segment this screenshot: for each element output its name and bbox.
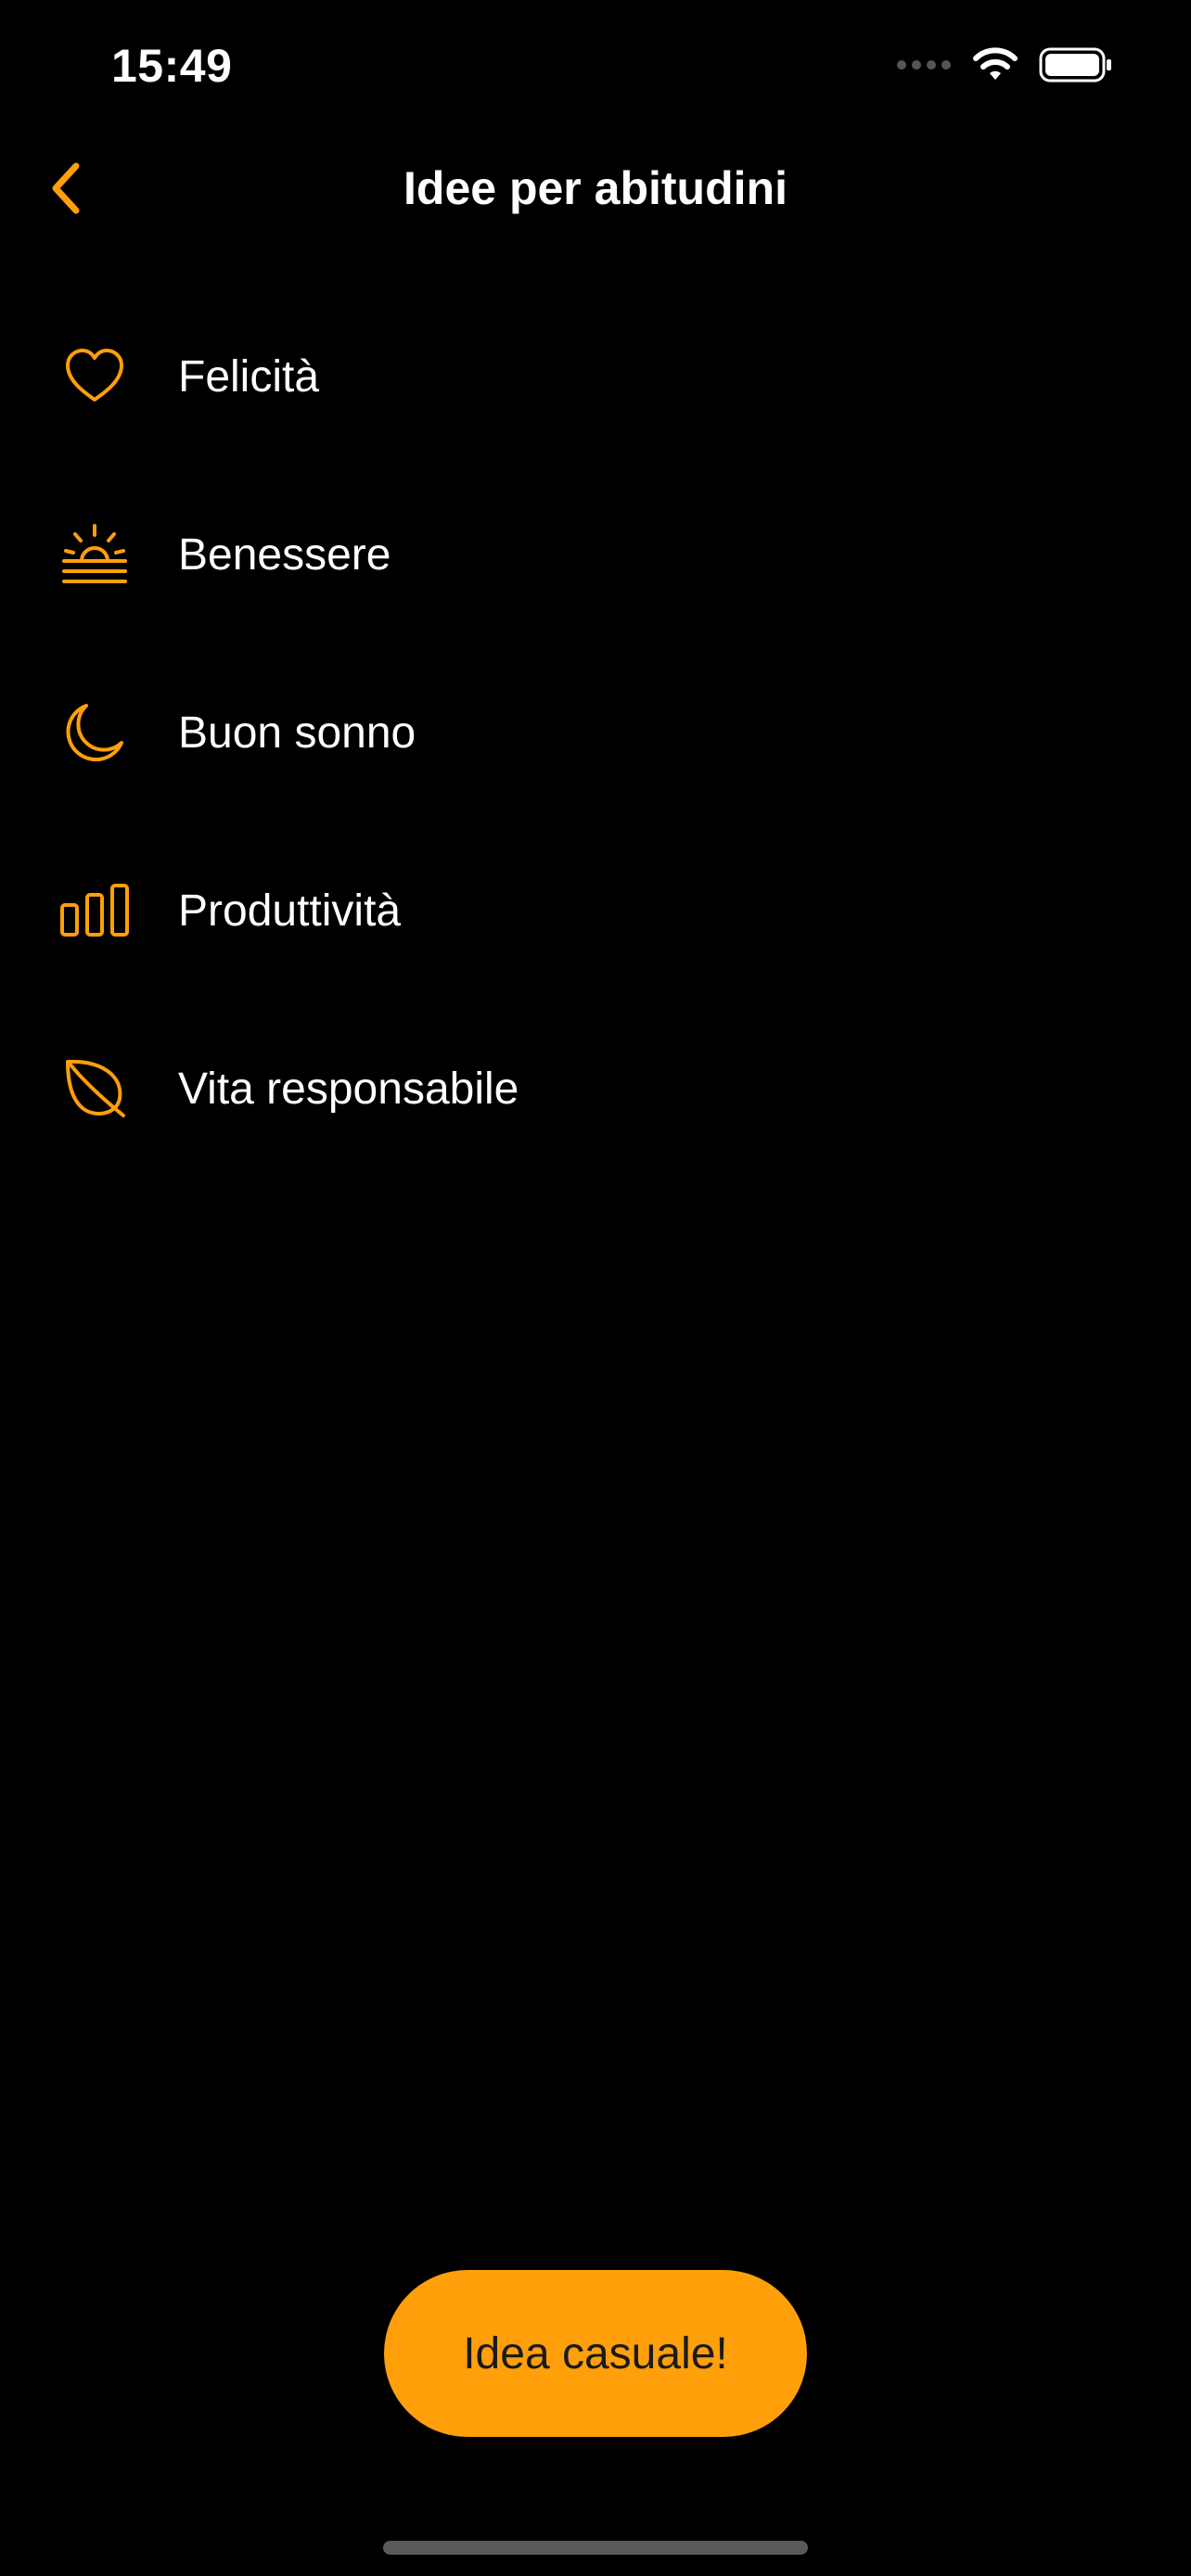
- category-item-benessere[interactable]: Benessere: [0, 465, 1191, 644]
- cellular-signal-icon: [896, 58, 952, 76]
- category-item-vita-responsabile[interactable]: Vita responsabile: [0, 1000, 1191, 1178]
- moon-icon: [58, 695, 132, 770]
- category-item-felicita[interactable]: Felicità: [0, 287, 1191, 465]
- category-item-produttivita[interactable]: Produttività: [0, 822, 1191, 1000]
- status-icons: [896, 46, 1113, 88]
- category-label: Buon sonno: [178, 708, 416, 758]
- category-label: Produttività: [178, 886, 402, 936]
- category-label: Vita responsabile: [178, 1064, 519, 1114]
- random-idea-button[interactable]: Idea casuale!: [384, 2270, 807, 2437]
- status-time: 15:49: [111, 40, 233, 92]
- page-title: Idee per abitudini: [403, 162, 788, 214]
- category-item-buon-sonno[interactable]: Buon sonno: [0, 644, 1191, 822]
- status-bar: 15:49: [0, 0, 1191, 139]
- bar-chart-icon: [58, 874, 132, 948]
- heart-icon: [58, 339, 132, 414]
- navigation-bar: Idee per abitudini: [0, 139, 1191, 241]
- home-indicator: [383, 2541, 808, 2555]
- category-label: Felicità: [178, 351, 320, 402]
- battery-icon: [1039, 46, 1113, 88]
- wifi-icon: [972, 46, 1018, 88]
- category-label: Benessere: [178, 529, 391, 580]
- category-list: Felicità Benessere Buon sonno Produttivi…: [0, 287, 1191, 1178]
- sunrise-icon: [58, 517, 132, 592]
- leaf-icon: [58, 1052, 132, 1126]
